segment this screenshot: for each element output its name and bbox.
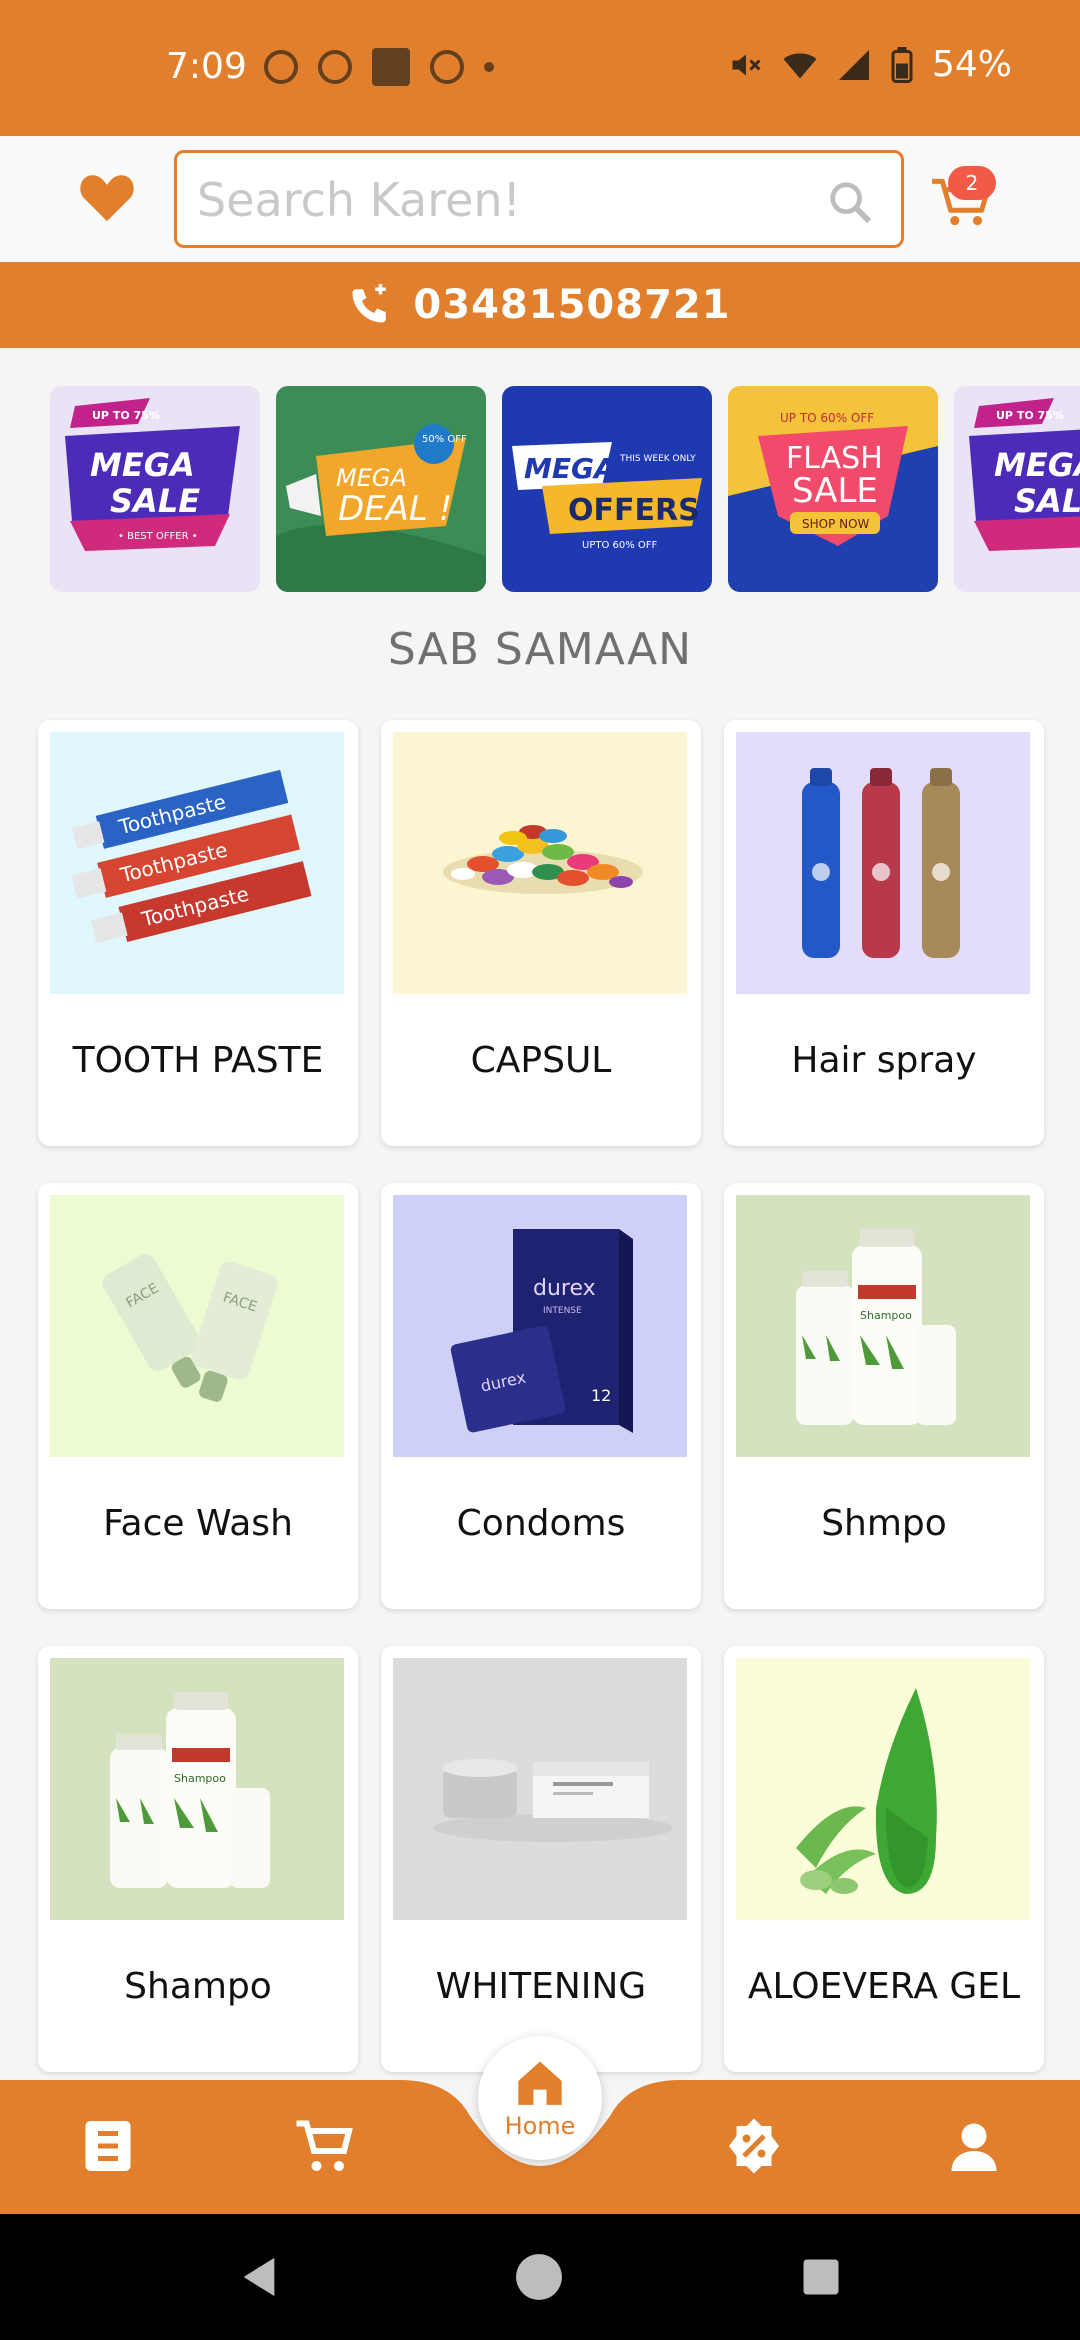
contact-bar[interactable]: 03481508721 — [0, 262, 1080, 348]
product-name: Shampo — [124, 1966, 272, 2007]
product-image — [393, 1658, 687, 1920]
promo-banner-carousel[interactable]: UP TO 75% MEGA SALE • BEST OFFER • 50% O… — [0, 386, 1080, 592]
banner-title: MEGA — [336, 464, 407, 492]
banner-side-text: THIS WEEK ONLY — [619, 454, 696, 464]
search-input[interactable] — [197, 173, 797, 227]
profile-icon[interactable] — [944, 2116, 1004, 2176]
product-image: Shampoo — [736, 1195, 1030, 1457]
notification-icon — [264, 50, 298, 84]
banner-mega-sale-2[interactable]: UP TO 75% MEGA SAL — [954, 386, 1080, 592]
product-name: WHITENING — [435, 1966, 647, 2007]
home-system-icon[interactable] — [514, 2252, 564, 2302]
product-art-text: Shampoo — [860, 1309, 912, 1322]
product-name: Face Wash — [103, 1503, 293, 1544]
product-card-capsul[interactable]: CAPSUL — [381, 720, 701, 1146]
banner-subtitle: • BEST OFFER • — [118, 531, 198, 542]
product-image — [393, 732, 687, 994]
banner-title: OFFERS — [568, 493, 700, 528]
banner-tag: UP TO 60% OFF — [780, 411, 874, 425]
banner-title: SALE — [110, 482, 200, 520]
home-icon — [518, 2061, 562, 2105]
more-notifications-icon — [484, 62, 494, 72]
banner-title: MEGA — [90, 446, 195, 484]
product-image — [736, 1658, 1030, 1920]
product-name: Condoms — [456, 1503, 626, 1544]
product-image: durex INTENSE 12 durex — [393, 1195, 687, 1457]
product-name: ALOEVERA GEL — [747, 1966, 1021, 2007]
search-icon[interactable] — [827, 179, 873, 225]
product-card-shmpo[interactable]: Shampoo Shmpo — [724, 1183, 1044, 1609]
banner-mega-deal[interactable]: 50% OFF MEGA DEAL ! — [276, 386, 486, 592]
discount-badge-icon[interactable] — [724, 2116, 784, 2176]
status-bar: 7:09 54% — [0, 0, 1080, 136]
product-image — [736, 732, 1030, 994]
banner-flash-sale[interactable]: UP TO 60% OFF FLASH SALE SHOP NOW — [728, 386, 938, 592]
product-card-condoms[interactable]: durex INTENSE 12 durex Condoms — [381, 1183, 701, 1609]
product-image: Shampoo — [50, 1658, 344, 1920]
product-art-text: Shampoo — [174, 1772, 226, 1785]
orders-list-icon[interactable] — [78, 2116, 138, 2176]
cart-count-badge: 2 — [948, 166, 996, 200]
product-art-text: durex — [533, 1276, 596, 1301]
recents-icon[interactable] — [800, 2256, 842, 2298]
home-label: Home — [504, 2112, 576, 2140]
product-card-shampo[interactable]: Shampoo Shampo — [38, 1646, 358, 2072]
wifi-icon — [783, 52, 817, 78]
banner-title: MEGA — [524, 452, 616, 485]
product-card-aloevera-gel[interactable]: ALOEVERA GEL — [724, 1646, 1044, 2072]
product-image: FACE FACE — [50, 1195, 344, 1457]
search-box[interactable] — [174, 150, 904, 248]
banner-title: DEAL ! — [338, 489, 452, 529]
notification-icon — [318, 50, 352, 84]
banner-tag: UP TO 75% — [996, 409, 1064, 422]
banner-title: MEGA — [994, 446, 1080, 484]
notification-icons — [264, 48, 494, 86]
product-card-face-wash[interactable]: FACE FACE Face Wash — [38, 1183, 358, 1609]
product-name: TOOTH PASTE — [72, 1040, 324, 1081]
banner-title: SALE — [792, 471, 878, 511]
banner-tag: UP TO 75% — [92, 409, 160, 422]
battery-icon — [891, 46, 913, 83]
product-card-whitening[interactable]: WHITENING — [381, 1646, 701, 2072]
product-card-hair-spray[interactable]: Hair spray — [724, 720, 1044, 1146]
nav-cart-icon[interactable] — [294, 2116, 354, 2176]
section-title: SAB SAMAAN — [387, 624, 693, 675]
app-header: 2 — [0, 136, 1080, 262]
status-right: 54% — [728, 44, 1012, 85]
phone-call-icon — [352, 284, 387, 323]
status-time: 7:09 — [166, 46, 247, 87]
phone-number[interactable]: 03481508721 — [413, 282, 730, 328]
banner-mega-offers[interactable]: MEGA THIS WEEK ONLY OFFERS UPTO 60% OFF — [502, 386, 712, 592]
product-card-tooth-paste[interactable]: Toothpaste Toothpaste Toothpaste TOOTH P… — [38, 720, 358, 1146]
product-image: Toothpaste Toothpaste Toothpaste — [50, 732, 344, 994]
banner-mega-sale[interactable]: UP TO 75% MEGA SALE • BEST OFFER • — [50, 386, 260, 592]
banner-subtitle: UPTO 60% OFF — [582, 540, 658, 551]
notification-icon — [372, 48, 410, 86]
battery-percent: 54% — [931, 44, 1012, 85]
signal-icon — [838, 49, 869, 80]
back-icon[interactable] — [236, 2254, 282, 2300]
banner-title: SAL — [1014, 482, 1080, 520]
notification-icon — [430, 50, 464, 84]
product-name: Hair spray — [791, 1040, 977, 1081]
product-art-text: INTENSE — [543, 1306, 582, 1316]
banner-cta: SHOP NOW — [802, 517, 870, 531]
product-art-text: 12 — [591, 1386, 611, 1405]
product-name: CAPSUL — [470, 1040, 612, 1081]
banner-badge: 50% OFF — [422, 434, 467, 445]
home-nav-button[interactable]: Home — [478, 2036, 602, 2160]
favorites-heart-icon[interactable] — [78, 168, 136, 226]
mute-icon — [732, 54, 761, 75]
system-navigation-bar — [0, 2214, 1080, 2340]
product-name: Shmpo — [821, 1503, 947, 1544]
